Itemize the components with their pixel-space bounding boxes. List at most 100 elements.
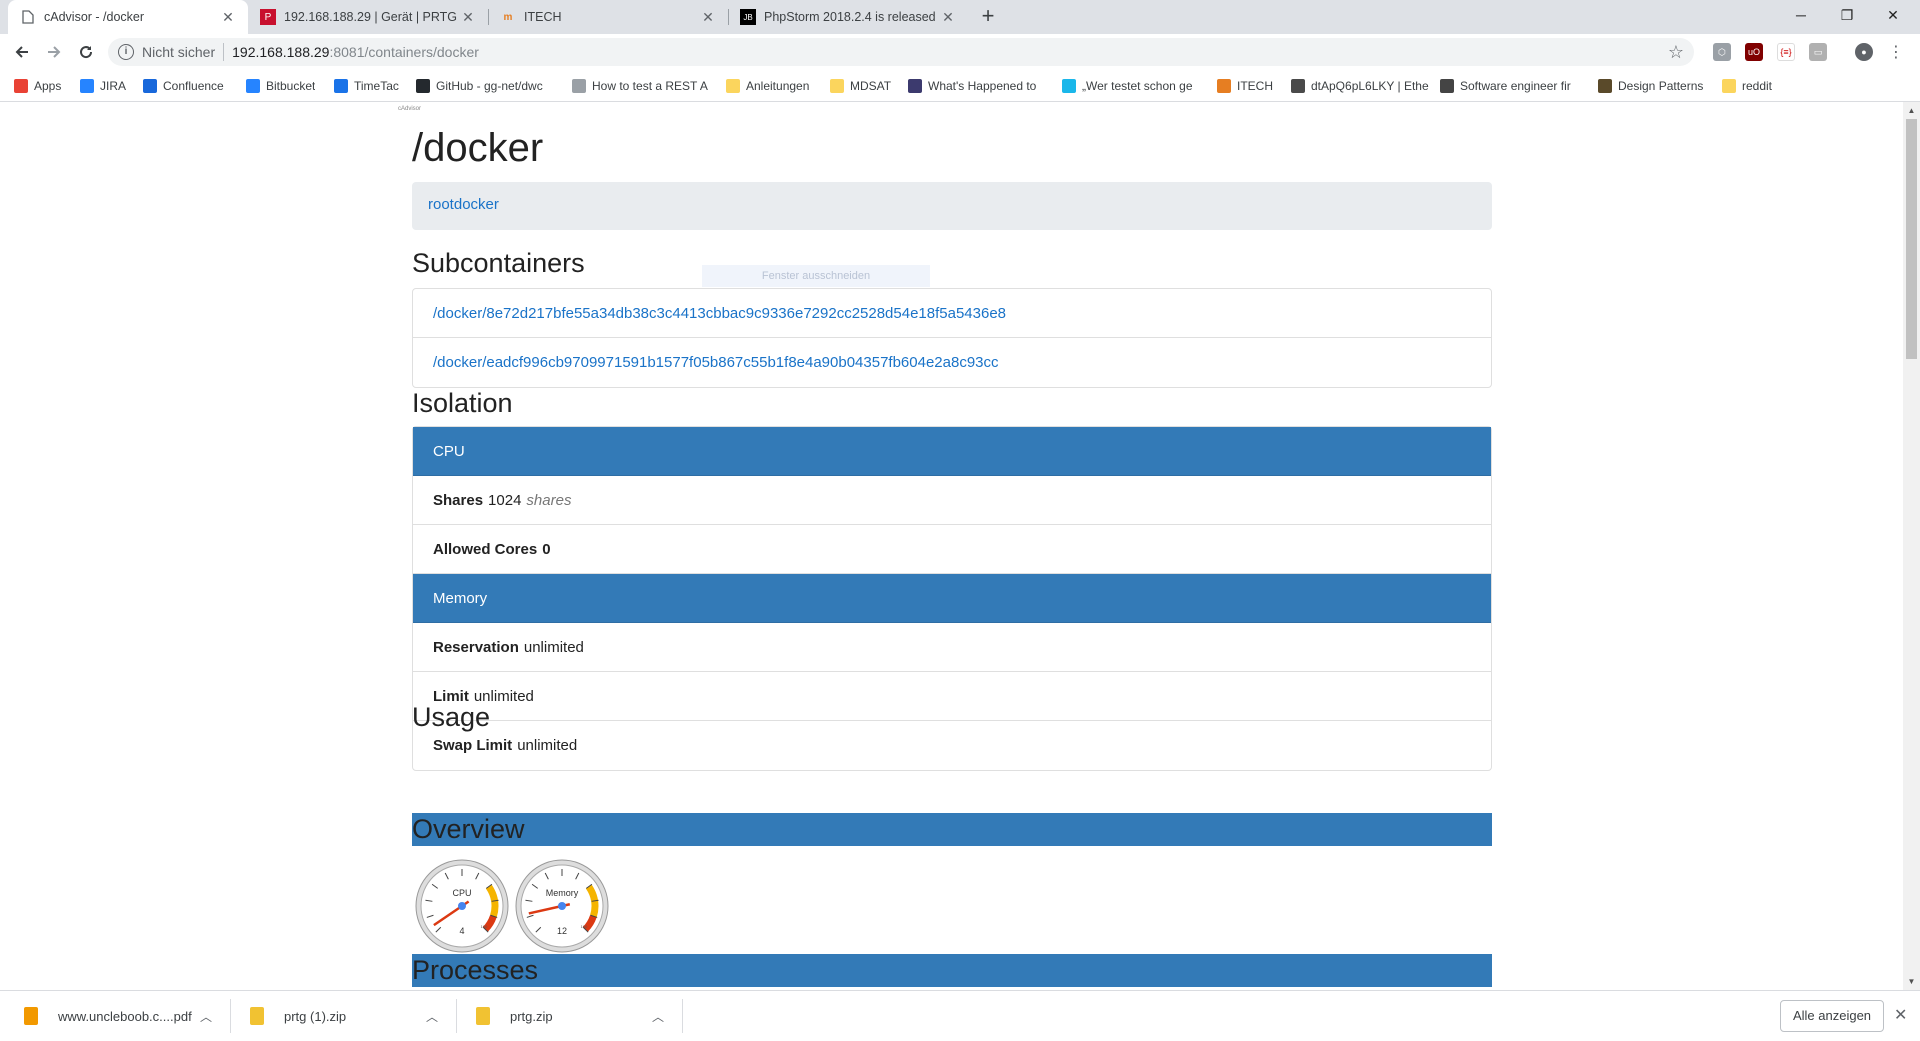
download-item[interactable]: www.uncleboob.c....pdf ︿ <box>24 991 220 1041</box>
bookmark-icon <box>572 79 586 93</box>
bookmark-icon <box>1722 79 1736 93</box>
bookmark-star-icon[interactable]: ☆ <box>1668 42 1684 63</box>
bookmark-label: Bitbucket <box>266 79 316 93</box>
bookmark-item[interactable]: reddit <box>1722 78 1772 94</box>
bookmark-icon <box>143 79 157 93</box>
subcontainer-link[interactable]: /docker/8e72d217bfe55a34db38c3c4413cbbac… <box>433 305 1006 322</box>
tab-prtg[interactable]: P 192.168.188.29 | Gerät | PRTG Ne ✕ <box>248 0 488 34</box>
isolation-list: CPU Shares 1024 shares Allowed Cores 0 M… <box>412 426 1492 771</box>
bookmark-item[interactable]: GitHub - gg-net/dwc <box>416 78 543 94</box>
cores-value: 0 <box>542 540 551 558</box>
ublock-icon[interactable]: uO <box>1745 43 1763 61</box>
bookmark-item[interactable]: Bitbucket <box>246 78 315 94</box>
close-tab-icon[interactable]: ✕ <box>220 9 236 26</box>
bookmark-item[interactable]: What's Happened to <box>908 78 1036 94</box>
arrow-left-icon <box>15 46 28 58</box>
bookmark-icon <box>908 79 922 93</box>
gauge-scale-max: 100 <box>481 924 488 929</box>
breadcrumb-link-rootdocker[interactable]: rootdocker <box>428 196 499 213</box>
close-tab-icon[interactable]: ✕ <box>460 9 476 26</box>
new-tab-button[interactable]: + <box>976 5 1000 29</box>
scrollbar-thumb[interactable] <box>1906 119 1917 359</box>
forward-button[interactable] <box>42 40 66 64</box>
bookmark-item[interactable]: Anleitungen <box>726 78 809 94</box>
close-shelf-icon[interactable]: ✕ <box>1894 1005 1907 1025</box>
swap-limit-label: Swap Limit <box>433 737 513 754</box>
tab-cadvisor[interactable]: cAdvisor - /docker ✕ <box>8 0 248 34</box>
shares-label: Shares <box>433 491 484 509</box>
download-filename: prtg.zip <box>510 1008 553 1024</box>
bookmark-item[interactable]: Software engineer fir <box>1440 78 1571 94</box>
address-bar[interactable]: i Nicht sicher 192.168.188.29 :8081/cont… <box>108 38 1694 66</box>
json-extension-icon[interactable]: {≡} <box>1777 43 1795 61</box>
subcontainers-list: /docker/8e72d217bfe55a34db38c3c4413cbbac… <box>412 288 1492 388</box>
bookmark-item[interactable]: Design Patterns <box>1598 78 1703 94</box>
gauge-scale-max: 100 <box>581 924 588 929</box>
tab-phpstorm[interactable]: JB PhpStorm 2018.2.4 is released | F ✕ <box>728 0 968 34</box>
bookmark-label: JIRA <box>100 79 127 93</box>
page-title: /docker <box>412 126 544 170</box>
info-icon[interactable]: i <box>118 44 134 60</box>
chevron-up-icon[interactable]: ︿ <box>652 1008 664 1025</box>
bookmark-label: Apps <box>34 79 62 93</box>
bookmark-item[interactable]: ITECH <box>1217 78 1273 94</box>
bookmark-label: „Wer testet schon ge <box>1082 79 1193 93</box>
show-all-downloads-button[interactable]: Alle anzeigen <box>1780 1000 1884 1032</box>
arrow-right-icon <box>48 46 61 58</box>
bookmark-item[interactable]: Apps <box>14 78 61 94</box>
list-item[interactable]: /docker/eadcf996cb9709971591b1577f05b867… <box>413 338 1491 387</box>
back-button[interactable] <box>10 40 34 64</box>
processes-heading: Processes <box>412 954 1492 987</box>
shares-unit: shares <box>526 491 572 509</box>
reservation-value: unlimited <box>523 638 584 656</box>
subcontainer-link[interactable]: /docker/eadcf996cb9709971591b1577f05b867… <box>433 354 999 371</box>
memory-reservation-row: Reservation unlimited <box>413 623 1491 672</box>
bookmark-item[interactable]: MDSAT <box>830 78 891 94</box>
close-tab-icon[interactable]: ✕ <box>940 9 956 26</box>
bookmark-label: How to test a REST A <box>592 79 708 93</box>
reservation-label: Reservation <box>433 638 519 656</box>
bookmark-item[interactable]: dtApQ6pL6LKY | Ethe <box>1291 78 1429 94</box>
isolation-heading: Isolation <box>412 388 513 418</box>
tab-itech[interactable]: m ITECH ✕ <box>488 0 728 34</box>
download-item[interactable]: prtg.zip ︿ <box>476 991 672 1041</box>
scroll-up-icon[interactable]: ▲ <box>1903 102 1920 119</box>
chevron-up-icon[interactable]: ︿ <box>200 1008 212 1025</box>
bookmark-icon <box>1062 79 1076 93</box>
bookmark-label: ITECH <box>1237 79 1273 93</box>
bookmark-item[interactable]: JIRA <box>80 78 126 94</box>
pdf-file-icon <box>24 1007 38 1025</box>
extension-shield-icon[interactable]: ⬡ <box>1713 43 1731 61</box>
vertical-scrollbar[interactable]: ▲ ▼ <box>1903 102 1920 990</box>
minimize-button[interactable]: ─ <box>1778 0 1824 30</box>
shares-value: 1024 <box>488 491 522 509</box>
reload-button[interactable] <box>74 40 98 64</box>
menu-kebab-icon[interactable]: ⋮ <box>1887 43 1905 61</box>
bookmark-label: Design Patterns <box>1618 79 1704 93</box>
gauge-hub <box>558 902 566 910</box>
bookmark-item[interactable]: „Wer testet schon ge <box>1062 78 1193 94</box>
gauge-label: CPU <box>452 888 471 898</box>
list-item[interactable]: /docker/8e72d217bfe55a34db38c3c4413cbbac… <box>413 289 1491 338</box>
bookmark-item[interactable]: TimeTac <box>334 78 399 94</box>
toolbar: i Nicht sicher 192.168.188.29 :8081/cont… <box>0 34 1920 70</box>
gauges-svg: CPU 100 4 Memory 100 12 <box>415 859 609 953</box>
bookmark-icon <box>830 79 844 93</box>
screen-extension-icon[interactable]: ▭ <box>1809 43 1827 61</box>
close-window-button[interactable]: ✕ <box>1870 0 1916 30</box>
chevron-up-icon[interactable]: ︿ <box>426 1008 438 1025</box>
profile-avatar-icon[interactable]: ● <box>1855 43 1873 61</box>
bookmark-icon <box>1440 79 1454 93</box>
gauge: CPU 100 4 <box>415 859 509 953</box>
close-tab-icon[interactable]: ✕ <box>700 9 716 26</box>
bookmark-item[interactable]: How to test a REST A <box>572 78 708 94</box>
bookmark-item[interactable]: Confluence <box>143 78 224 94</box>
download-item[interactable]: prtg (1).zip ︿ <box>250 991 446 1041</box>
bookmark-icon <box>246 79 260 93</box>
bookmark-icon <box>726 79 740 93</box>
usage-heading: Usage <box>412 702 491 732</box>
download-divider <box>456 999 457 1033</box>
scroll-down-icon[interactable]: ▼ <box>1903 973 1920 990</box>
restore-button[interactable]: ❐ <box>1824 0 1870 30</box>
download-divider <box>230 999 231 1033</box>
